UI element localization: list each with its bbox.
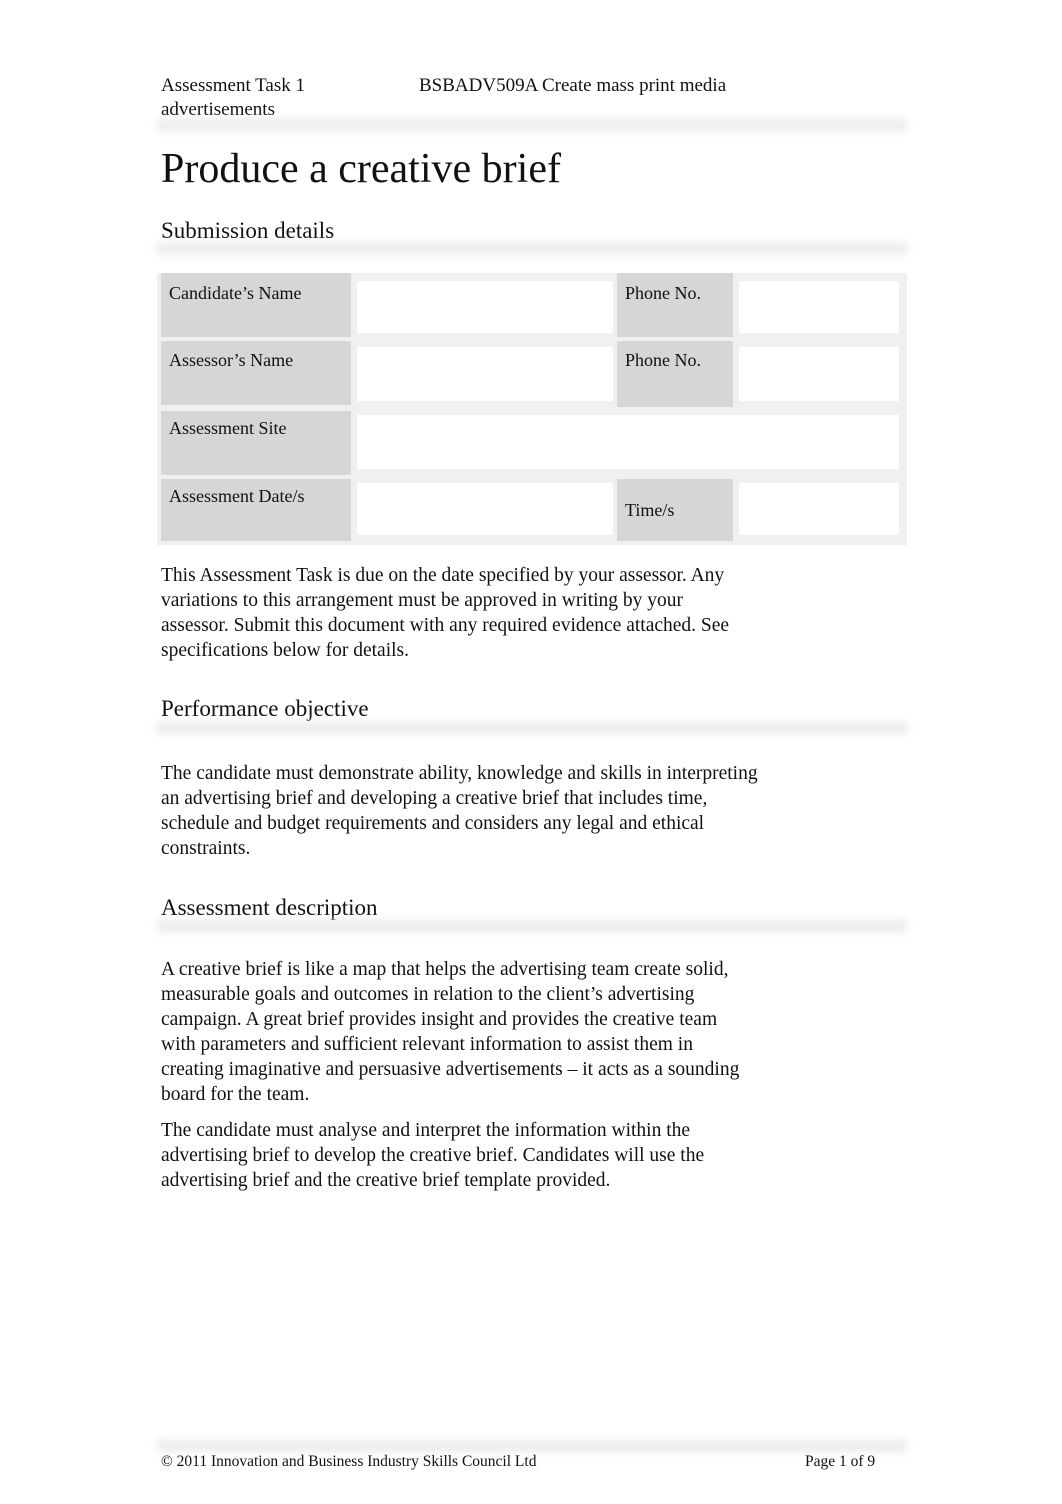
section-heading-submission: Submission details (161, 218, 335, 243)
candidate-phone-field[interactable] (739, 281, 899, 333)
description-paragraph-1: A creative brief is like a map that help… (161, 959, 740, 1105)
header-unit: BSBADV509A Create mass print media (419, 75, 727, 96)
footer-copyright: © 2011 Innovation and Business Industry … (161, 1453, 537, 1470)
section-heading-performance: Performance objective (161, 696, 369, 721)
assessment-dates-field[interactable] (357, 483, 613, 535)
description-paragraph-2: The candidate must analyse and interpret… (161, 1120, 705, 1191)
assessment-site-label: Assessment Site (161, 411, 351, 475)
assessment-dates-label: Assessment Date/s (161, 479, 351, 541)
assessor-name-label: Assessor’s Name (161, 341, 351, 405)
candidate-name-field[interactable] (357, 281, 613, 333)
section-divider (157, 920, 907, 932)
assessor-phone-field[interactable] (739, 347, 899, 401)
submission-paragraph: This Assessment Task is due on the date … (161, 565, 730, 661)
candidate-phone-label: Phone No. (617, 273, 733, 337)
section-divider (157, 722, 907, 734)
section-heading-description: Assessment description (161, 895, 378, 920)
time-label: Time/s (617, 479, 733, 541)
performance-paragraph: The candidate must demonstrate ability, … (161, 763, 758, 859)
time-field[interactable] (739, 483, 899, 535)
submission-details-table: Candidate’s Name Phone No. Assessor’s Na… (157, 273, 907, 545)
footer-divider (157, 1440, 907, 1452)
header-task: Assessment Task 1 (161, 75, 305, 96)
candidate-name-label: Candidate’s Name (161, 273, 351, 337)
header-divider (157, 119, 907, 131)
assessor-phone-label: Phone No. (617, 341, 733, 407)
assessment-site-field[interactable] (357, 415, 899, 469)
page-number: Page 1 of 9 (805, 1453, 876, 1470)
page-footer: © 2011 Innovation and Business Industry … (161, 1452, 906, 1472)
page-title: Produce a creative brief (161, 146, 561, 192)
section-divider (157, 243, 907, 255)
assessor-name-field[interactable] (357, 347, 613, 401)
